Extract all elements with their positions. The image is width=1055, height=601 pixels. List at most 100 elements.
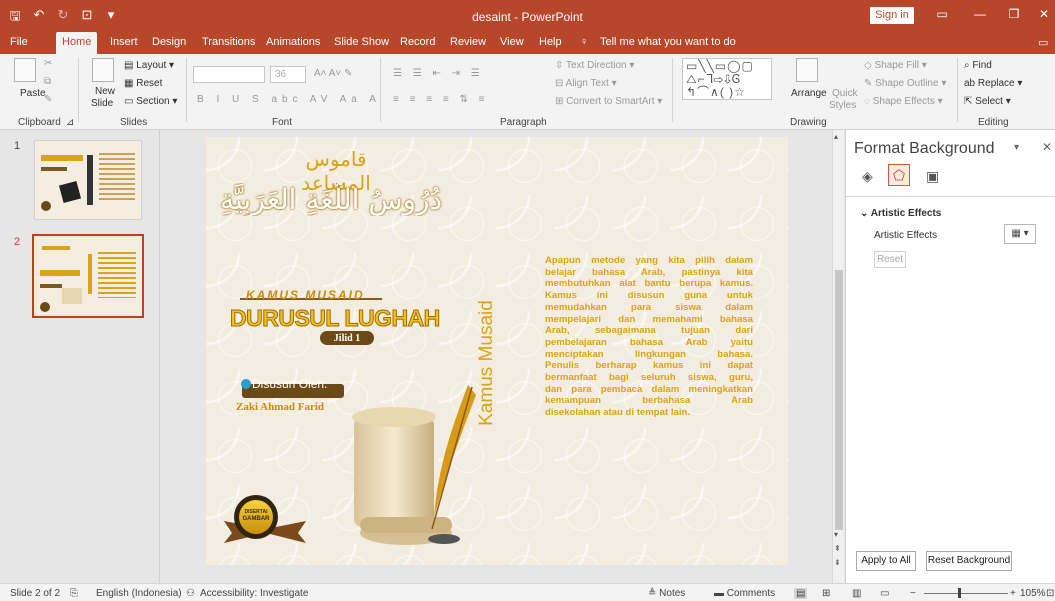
list-icons[interactable]: ☰ ☰ ⇤ ⇥ ☰ [393,68,484,79]
slide-canvas[interactable]: قاموس المساعد دُرُوسُ اللُّغَةِ العَرَبِ… [206,137,788,565]
section-label: Artistic Effects [870,208,942,219]
zoom-slider-thumb[interactable] [958,588,961,598]
language-status[interactable]: English (Indonesia) [96,588,182,599]
paragraph-line: membutuhkan alat bantu berupa kamus. [545,278,753,290]
arrange-icon[interactable] [796,58,818,82]
reading-view-icon[interactable]: ▥ [852,588,861,599]
minimize-icon[interactable]: — [970,7,990,21]
align-icons[interactable]: ≡ ≡ ≡ ≡ ⇅ ≡ [393,94,488,105]
tab-record[interactable]: Record [400,36,435,48]
section-artistic-effects[interactable]: ⌄ Artistic Effects [860,208,941,219]
new-slide-button[interactable]: New [95,86,115,97]
scroll-up-icon[interactable]: ▴ [834,132,838,141]
tab-animations[interactable]: Animations [266,36,320,48]
tab-transitions[interactable]: Transitions [202,36,255,48]
thumb-arabic [42,246,70,250]
shapes-gallery[interactable]: ▭╲╲▭◯▢ △⌐⅂⇨⇩Ꮆ ↰⌒∧( )☆ [682,58,772,100]
zoom-out-icon[interactable]: − [910,588,916,599]
spellcheck-icon[interactable]: ⎘ [70,588,78,599]
font-name-box[interactable] [193,66,265,83]
normal-view-icon[interactable]: ▤ [794,588,808,599]
paste-icon[interactable] [14,58,36,82]
group-paragraph: Paragraph [500,117,547,128]
tab-file[interactable]: File [10,36,28,48]
grow-font-icon[interactable]: A˄ A˅ ✎ [314,68,352,79]
reset-effects-button[interactable]: Reset [874,251,906,268]
quick-styles-button[interactable]: Quick [832,88,858,99]
cut-icon[interactable]: ✂ [44,58,52,69]
tab-home[interactable]: Home [56,32,98,54]
tab-design[interactable]: Design [152,36,186,48]
next-slide-icon[interactable]: ⇟ [834,558,841,567]
quick-styles-button-line2[interactable]: Styles [829,100,856,111]
author-name: Zaki Ahmad Farid [236,401,325,413]
replace-button[interactable]: ab Replace ▾ [964,78,1022,89]
align-text-button[interactable]: ⊟ Align Text ▾ [555,78,617,89]
text-direction-button[interactable]: ⇳ Text Direction ▾ [555,60,634,71]
slide-scrollbar[interactable]: ▴ ▾ ⇞ ⇟ [832,130,844,583]
reset-background-button[interactable]: Reset Background [926,551,1012,571]
slide-thumbnail-2[interactable] [32,234,144,318]
scroll-thumb[interactable] [835,270,843,530]
zoom-slider[interactable] [924,593,1008,594]
copy-icon[interactable]: ⧉ [44,76,51,87]
description-paragraph: Apapun metode yang kita pilih dalam belaj… [545,255,753,419]
layout-button[interactable]: ▤ Layout ▾ [124,60,174,71]
status-bar: Slide 2 of 2 ⎘ English (Indonesia) ⚇ Acc… [0,583,1055,601]
pane-options-icon[interactable]: ▾ [1014,142,1019,153]
thumb-bar [87,155,93,205]
notes-button[interactable]: ≜ Notes [648,588,685,599]
close-icon[interactable]: ✕ [1034,7,1054,21]
paste-button[interactable]: Paste [20,88,46,99]
divider [846,196,1055,197]
zoom-in-icon[interactable]: + [1010,588,1016,599]
sign-in-button[interactable]: Sign in [870,7,914,24]
lightbulb-icon: ♀ [580,36,589,48]
format-painter-icon[interactable]: ✎ [44,94,52,105]
tab-review[interactable]: Review [450,36,486,48]
shape-outline-button[interactable]: ✎ Shape Outline ▾ [864,78,946,89]
slideshow-view-icon[interactable]: ▭ [880,588,889,599]
new-slide-button-line2[interactable]: Slide [91,98,113,109]
comments-button[interactable]: ▬ Comments [714,588,775,599]
picture-icon[interactable]: ▣ [926,168,939,185]
thumbnail-number: 1 [14,140,21,152]
font-size-box[interactable]: 36 [270,66,306,83]
tell-me-search[interactable]: Tell me what you want to do [600,36,736,48]
group-clipboard: Clipboard [18,117,61,128]
clipboard-launcher-icon[interactable]: ⊿ [66,117,74,128]
artistic-effects-dropdown[interactable]: ▦ ▾ [1004,224,1036,244]
shape-fill-button[interactable]: ◇ Shape Fill ▾ [864,60,927,71]
zoom-level[interactable]: 105% [1020,588,1046,599]
scroll-down-icon[interactable]: ▾ [834,530,838,539]
new-slide-icon[interactable] [92,58,114,82]
effects-icon[interactable]: ⬠ [888,164,910,186]
accessibility-status[interactable]: Accessibility: Investigate [200,588,308,599]
section-button[interactable]: ▭ Section ▾ [124,96,177,107]
apply-to-all-button[interactable]: Apply to All [856,551,916,571]
slide-sorter-icon[interactable]: ⊞ [822,588,830,599]
fill-icon[interactable]: ◈ [862,168,873,185]
tab-help[interactable]: Help [539,36,562,48]
tab-slide-show[interactable]: Slide Show [334,36,389,48]
slide-thumbnail-1[interactable] [34,140,142,220]
prev-slide-icon[interactable]: ⇞ [834,544,841,553]
font-format-icons[interactable]: B I U S abc AV Aa A [197,94,381,105]
pane-close-icon[interactable]: ✕ [1042,140,1052,154]
reset-button[interactable]: ▦ Reset [124,78,162,89]
restore-icon[interactable]: ❐ [1004,7,1024,21]
convert-smartart-button[interactable]: ⊞ Convert to SmartArt ▾ [555,96,662,107]
slide-counter: Slide 2 of 2 [10,588,61,599]
paragraph-line: Arab, sebagaimana tujuan dari [545,325,753,337]
find-button[interactable]: ⌕ Find [964,60,992,71]
tab-insert[interactable]: Insert [110,36,138,48]
select-button[interactable]: ⇱ Select ▾ [964,96,1011,107]
arrange-button[interactable]: Arrange [791,88,827,99]
shape-effects-button[interactable]: ◌ Shape Effects ▾ [864,96,943,107]
comments-icon[interactable]: ▭ [1038,36,1048,49]
accessibility-icon[interactable]: ⚇ [186,588,195,599]
fit-slide-icon[interactable]: ⊡ [1046,588,1054,599]
vertical-title: Kamus Musaid [476,300,497,426]
ribbon-display-icon[interactable]: ▭ [932,7,952,21]
tab-view[interactable]: View [500,36,524,48]
